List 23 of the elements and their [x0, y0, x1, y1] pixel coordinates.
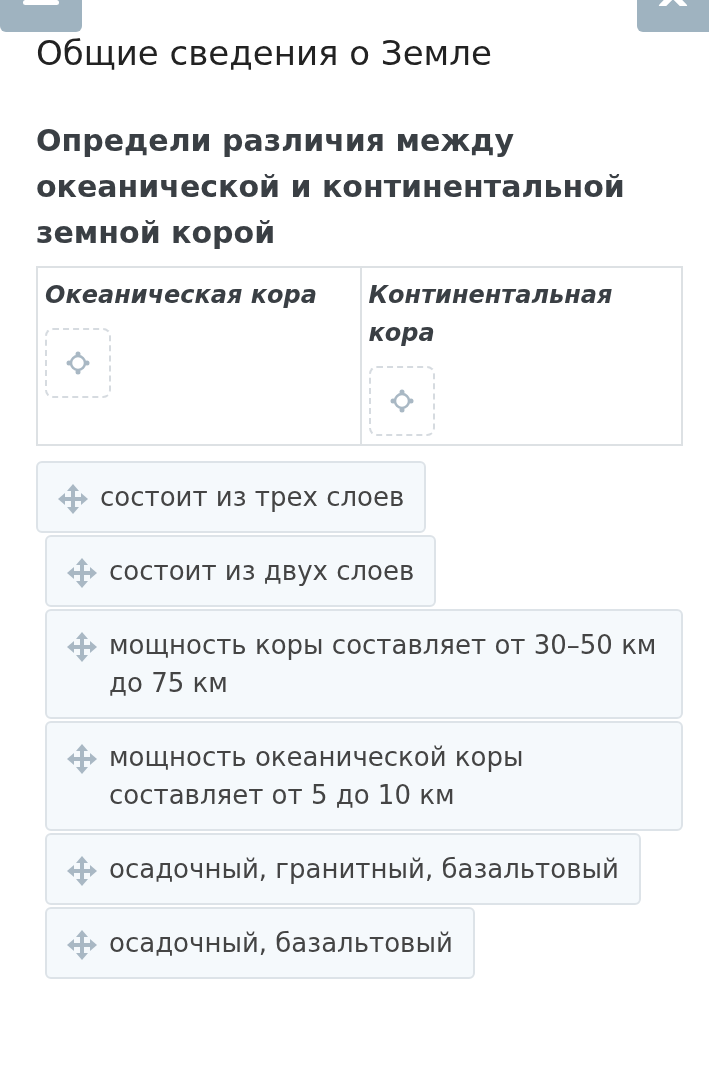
close-button[interactable]: [637, 0, 709, 32]
menu-icon: [23, 0, 59, 5]
question-text: Определи различия между океанической и континентальной земной корой: [36, 122, 626, 252]
draggable-answer[interactable]: состоит из двух слоев: [45, 535, 437, 607]
page-title: Общие сведения о Земле: [36, 32, 493, 75]
target-icon: [65, 350, 91, 376]
target-icon: [388, 388, 415, 414]
draggable-answer[interactable]: осадочный, гранитный, базальтовый: [45, 833, 641, 905]
draggable-answer[interactable]: осадочный, базальтовый: [45, 907, 475, 979]
draggable-answer[interactable]: мощность коры составляет от 30–50 км до 75 км: [45, 609, 683, 719]
move-icon: [67, 558, 97, 588]
move-icon: [67, 744, 97, 774]
draggable-answer[interactable]: состоит из трех слоев: [36, 461, 427, 533]
menu-button[interactable]: [0, 0, 82, 32]
drop-zone[interactable]: [368, 366, 435, 436]
draggable-answer[interactable]: мощность океанической коры составляет от 5 до 10 км: [45, 721, 683, 831]
move-icon: [67, 856, 97, 886]
column-heading: Континентальная кора: [368, 280, 614, 349]
column-heading: Океаническая кора: [45, 280, 318, 311]
drop-zone[interactable]: [45, 328, 111, 398]
move-icon: [67, 930, 97, 960]
move-icon: [67, 632, 97, 662]
move-icon: [58, 484, 88, 514]
